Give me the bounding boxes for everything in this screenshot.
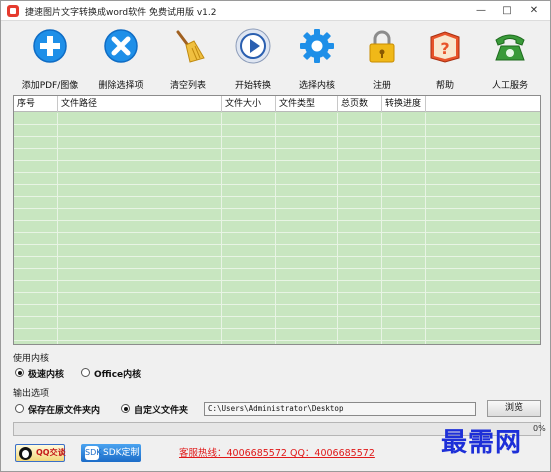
delete-selected-label: 删除选择项 [98, 81, 144, 91]
title-bar: 捷速图片文字转换成word软件 免费试用版 v1.2 — □ ✕ [1, 1, 550, 21]
column-header-type[interactable]: 文件类型 [276, 96, 338, 112]
file-list-table[interactable]: 序号 文件路径 文件大小 文件类型 总页数 转换进度 [13, 95, 541, 345]
engine-office-label[interactable]: Office内核 [94, 367, 141, 380]
output-custom-folder-radio[interactable] [121, 404, 130, 413]
register-label: 注册 [372, 81, 391, 91]
column-header-progress[interactable]: 转换进度 [382, 96, 426, 112]
broom-icon [176, 30, 205, 63]
output-section-label: 输出选项 [13, 389, 50, 399]
column-header-pages[interactable]: 总页数 [338, 96, 382, 112]
output-path-field[interactable]: C:\Users\Administrator\Desktop [204, 402, 476, 416]
output-original-folder-radio[interactable] [15, 404, 24, 413]
column-header-size[interactable]: 文件大小 [222, 96, 276, 112]
help-book-icon: ? [430, 31, 460, 63]
window-title: 捷速图片文字转换成word软件 免费试用版 v1.2 [25, 8, 217, 18]
qq-chat-label: QQ交谈 [36, 448, 66, 457]
output-custom-folder-label[interactable]: 自定义文件夹 [134, 403, 188, 416]
start-convert-label: 开始转换 [234, 81, 271, 91]
add-pdf-image-label: 添加PDF/图像 [21, 81, 79, 91]
human-service-button[interactable]: 人工服务 [475, 26, 545, 91]
add-pdf-image-button[interactable]: 添加PDF/图像 [15, 26, 85, 91]
close-button[interactable]: ✕ [522, 1, 546, 21]
select-engine-label: 选择内核 [298, 81, 335, 91]
human-service-label: 人工服务 [491, 81, 528, 91]
column-divider [57, 113, 58, 344]
service-hotline-link[interactable]: 客服热线：4006685572 QQ：4006685572 [179, 445, 375, 459]
engine-section-label: 使用内核 [13, 354, 50, 364]
phone-icon [495, 34, 525, 61]
qq-penguin-icon [19, 447, 32, 460]
help-button[interactable]: ? 帮助 [410, 26, 480, 91]
start-convert-button[interactable]: 开始转换 [218, 26, 288, 91]
app-window: 捷速图片文字转换成word软件 免费试用版 v1.2 — □ ✕ 添加PDF/图… [0, 0, 551, 472]
play-icon [235, 28, 271, 64]
clear-list-label: 清空列表 [169, 81, 206, 91]
table-header: 序号 文件路径 文件大小 文件类型 总页数 转换进度 [14, 96, 540, 112]
browse-button[interactable]: 浏览 [487, 400, 541, 417]
app-logo-icon [7, 5, 19, 17]
column-divider [425, 113, 426, 344]
table-body[interactable] [14, 113, 540, 344]
delete-selected-button[interactable]: 删除选择项 [86, 26, 156, 91]
engine-fast-label[interactable]: 极速内核 [28, 367, 64, 380]
output-original-folder-label[interactable]: 保存在原文件夹内 [28, 403, 100, 416]
svg-text:?: ? [440, 39, 449, 58]
lock-icon [369, 30, 395, 63]
column-divider [275, 113, 276, 344]
help-label: 帮助 [435, 81, 454, 91]
column-divider [381, 113, 382, 344]
delete-icon [104, 29, 138, 63]
toolbar: 添加PDF/图像 删除选择项 清空列表 开始转换 选择内核 注册 ? 帮助 人工… [1, 22, 550, 92]
qq-chat-button[interactable]: QQ交谈 [15, 444, 66, 462]
maximize-button[interactable]: □ [495, 1, 519, 21]
engine-office-radio[interactable] [81, 368, 90, 377]
sdk-custom-label: SDK定制 [103, 448, 140, 458]
watermark-logo: 最需网 [441, 428, 523, 458]
select-engine-button[interactable]: 选择内核 [282, 26, 352, 91]
minimize-button[interactable]: — [469, 1, 493, 21]
column-header-path[interactable]: 文件路径 [58, 96, 222, 112]
progress-percent: 0% [533, 424, 546, 433]
clear-list-button[interactable]: 清空列表 [153, 26, 223, 91]
column-divider [337, 113, 338, 344]
column-header-index[interactable]: 序号 [14, 96, 58, 112]
engine-fast-radio[interactable] [15, 368, 24, 377]
sdk-icon: SDK [85, 446, 101, 460]
column-divider [221, 113, 222, 344]
add-icon [33, 29, 67, 63]
gear-icon [300, 29, 334, 63]
register-button[interactable]: 注册 [347, 26, 417, 91]
sdk-custom-button[interactable]: SDK SDK定制 [81, 444, 141, 462]
